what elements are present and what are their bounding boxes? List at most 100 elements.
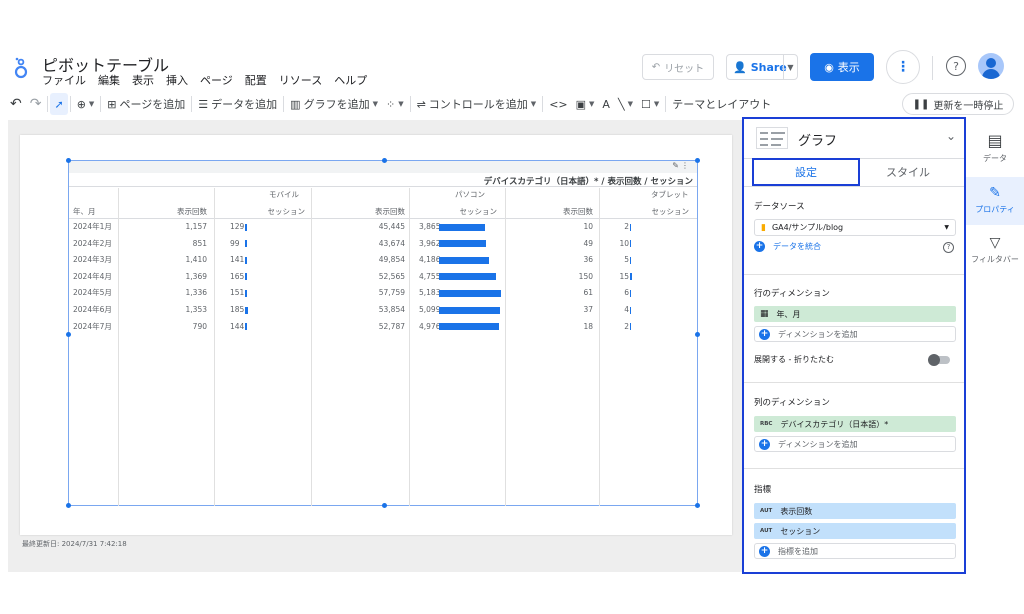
zoom-icon[interactable]: ⊕ ▼ [73, 93, 99, 115]
tablet-views-cell: 49 [583, 238, 593, 248]
row-month-label: 2024年3月 [73, 255, 112, 265]
section-divider [744, 382, 964, 383]
image-icon[interactable]: ▣ ▼ [572, 93, 599, 115]
edit-pencil-icon[interactable]: ✎ [672, 161, 679, 170]
select-pointer-icon[interactable]: ➚ [50, 93, 68, 115]
menu-edit[interactable]: 編集 [98, 72, 120, 88]
metric-chip-sessions[interactable]: AUT セッション [754, 523, 956, 539]
shape-icon[interactable]: ☐ ▼ [637, 93, 663, 115]
mobile-sessions-bar [245, 256, 247, 264]
filter-funnel-icon: ▽ [989, 235, 1001, 251]
eye-icon: ◉ [824, 60, 834, 74]
help-icon[interactable]: ? [946, 56, 966, 76]
header-divider [932, 56, 933, 80]
metric-chip-views[interactable]: AUT 表示回数 [754, 503, 956, 519]
add-column-dimension-button[interactable]: + ディメンションを追加 [754, 436, 956, 452]
control-icon: ⇌ [416, 97, 426, 111]
menu-help[interactable]: ヘルプ [334, 72, 367, 88]
header-pc-views: 表示回数 [375, 207, 405, 216]
header-mobile-views: 表示回数 [177, 207, 207, 216]
add-page-button[interactable]: ⊞ ページを追加 [103, 93, 189, 115]
tablet-sessions-cell: 4 [624, 305, 629, 314]
rail-data-tab[interactable]: ▤ データ [966, 131, 1024, 177]
view-button[interactable]: ◉ 表示 [810, 53, 874, 81]
text-type-icon: RBC [760, 421, 773, 427]
resize-handle[interactable] [695, 503, 700, 508]
menu-file[interactable]: ファイル [42, 72, 86, 88]
row-dimension-chip[interactable]: ▦ 年、月 [754, 306, 956, 322]
tablet-sessions-bar [630, 273, 632, 281]
mobile-sessions-cell: 144 [230, 321, 245, 331]
last-updated-text: 最終更新日: 2024/7/31 7:42:18 [22, 540, 127, 548]
resize-handle[interactable] [66, 158, 71, 163]
text-box-icon[interactable]: A [598, 93, 614, 115]
pivot-table-chart-icon[interactable] [756, 127, 788, 149]
mobile-views-cell: 790 [192, 321, 207, 331]
blend-data-link[interactable]: + データを統合 [754, 241, 821, 252]
share-button[interactable]: 👤 Share ▼ [726, 54, 798, 80]
tablet-sessions-bar [630, 223, 631, 231]
pc-sessions-cell: 3,962 [419, 238, 441, 248]
more-options-icon[interactable]: ⋮ [886, 50, 920, 84]
share-dropdown-icon[interactable]: ▼ [783, 55, 797, 79]
avatar[interactable] [978, 53, 1004, 79]
add-control-button[interactable]: ⇌ コントロールを追加 ▼ [413, 93, 541, 115]
add-data-button[interactable]: ☰ データを追加 [194, 93, 281, 115]
row-dimension-label: 行のディメンション [754, 289, 830, 299]
resize-handle[interactable] [66, 503, 71, 508]
reset-button[interactable]: ↶ リセット [642, 54, 714, 80]
add-chart-button[interactable]: ▥ グラフを追加 ▼ [286, 93, 382, 115]
looker-studio-logo-icon[interactable] [12, 56, 30, 80]
pc-sessions-bar [439, 273, 496, 281]
resize-handle[interactable] [382, 503, 387, 508]
calendar-icon: ▦ [760, 309, 769, 319]
menu-view[interactable]: 表示 [132, 72, 154, 88]
panel-header[interactable]: グラフ ⌄ [744, 119, 964, 159]
column-dimension-chip[interactable]: RBC デバイスカテゴリ（日本語）* [754, 416, 956, 432]
pc-sessions-bar [439, 289, 501, 297]
add-metric-button[interactable]: + 指標を追加 [754, 543, 956, 559]
expand-collapse-toggle[interactable] [928, 354, 950, 366]
tablet-sessions-bar [630, 240, 631, 248]
tablet-sessions-cell: 2 [624, 222, 629, 231]
undo-icon[interactable]: ↶ [6, 93, 26, 115]
tab-setup[interactable]: 設定 [752, 158, 860, 186]
help-icon[interactable]: ? [943, 242, 954, 253]
tab-style[interactable]: スタイル [854, 158, 962, 186]
theme-layout-button[interactable]: テーマとレイアウト [668, 93, 775, 115]
resize-handle[interactable] [695, 158, 700, 163]
menu-resource[interactable]: リソース [279, 72, 322, 88]
redo-icon[interactable]: ↷ [26, 93, 46, 115]
data-source-select[interactable]: ▮ GA4/サンプル/blog ▼ [754, 219, 956, 236]
dropdown-arrow-icon: ▼ [944, 224, 949, 231]
rail-filter-tab[interactable]: ▽ フィルタバー [966, 235, 1024, 281]
plus-icon: + [754, 241, 765, 252]
tablet-sessions-cell: 10 [619, 238, 629, 248]
resize-handle[interactable] [66, 332, 71, 337]
resize-handle[interactable] [382, 158, 387, 163]
chevron-down-icon[interactable]: ⌄ [946, 129, 956, 143]
pivot-table[interactable]: ✎ ⋮ デバイスカテゴリ（日本語）* / 表示回数 / セッション モバイル パ… [66, 158, 700, 508]
chart-menu-icon[interactable]: ⋮ [681, 161, 689, 170]
section-divider [744, 468, 964, 469]
tablet-views-cell: 37 [583, 305, 593, 314]
rail-properties-tab[interactable]: ✎ プロパティ [966, 177, 1024, 225]
pause-updates-button[interactable]: ❚❚ 更新を一時停止 [902, 93, 1014, 115]
line-icon[interactable]: ╲ ▼ [614, 93, 637, 115]
pc-sessions-cell: 5,099 [419, 305, 441, 314]
menu-arrange[interactable]: 配置 [245, 72, 267, 88]
embed-code-icon[interactable]: <> [545, 93, 571, 115]
data-source-label: データソース [754, 202, 805, 212]
menu-page[interactable]: ページ [200, 72, 233, 88]
resize-handle[interactable] [695, 332, 700, 337]
community-visualization-icon[interactable]: ⁘ ▼ [382, 93, 408, 115]
auto-aggregation-icon: AUT [760, 508, 773, 514]
tablet-sessions-cell: 6 [624, 288, 629, 298]
group-header-tablet: タブレット [651, 190, 689, 199]
pc-sessions-cell: 5,183 [419, 288, 441, 298]
menu-insert[interactable]: 挿入 [166, 72, 188, 88]
editor-toolbar: ↶ ↷ ➚ ⊕ ▼ ⊞ ページを追加 ☰ データを追加 ▥ グラフを追加 ▼ ⁘… [0, 92, 1024, 116]
pc-sessions-bar [439, 223, 486, 231]
row-month-label: 2024年5月 [73, 288, 112, 298]
add-row-dimension-button[interactable]: + ディメンションを追加 [754, 326, 956, 342]
